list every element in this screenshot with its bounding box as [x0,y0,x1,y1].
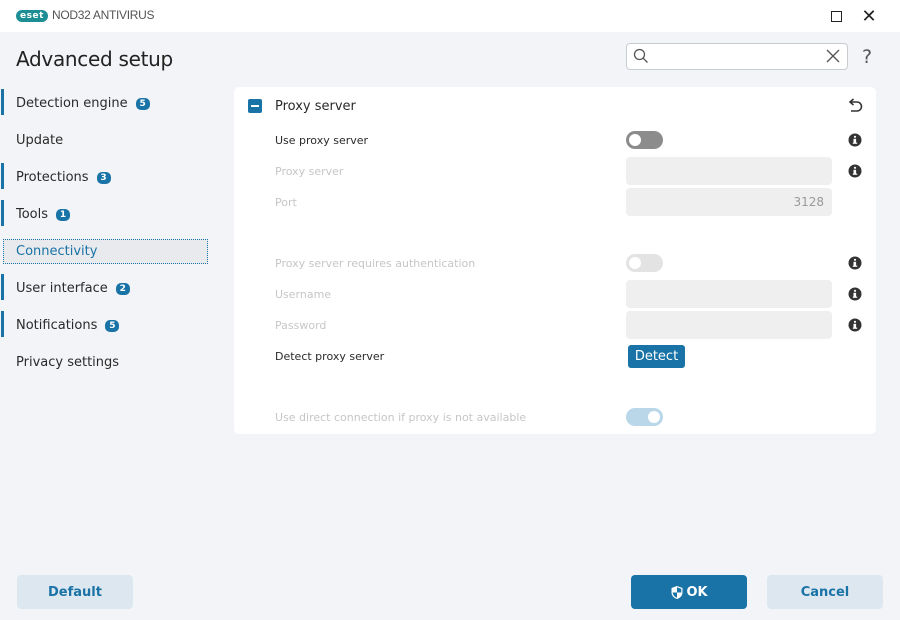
ok-button-label: OK [686,584,708,600]
help-button[interactable]: ? [862,46,872,68]
detect-proxy-label: Detect proxy server [275,350,385,363]
sidebar-item-connectivity[interactable]: Connectivity [3,239,208,264]
info-icon[interactable] [848,164,862,178]
password-input[interactable] [626,311,832,339]
toggle-knob [629,134,641,146]
sidebar-item-detection-engine[interactable]: Detection engine 5 [0,85,215,122]
sidebar-item-label: Protections [16,170,89,185]
ok-button[interactable]: OK [631,575,747,609]
count-badge: 2 [115,282,130,295]
info-icon[interactable] [848,287,862,301]
proxy-server-label: Proxy server [275,165,344,178]
sidebar-item-user-interface[interactable]: User interface 2 [0,270,215,307]
search-input[interactable] [655,47,820,66]
shield-icon [671,585,683,599]
requires-auth-label: Proxy server requires authentication [275,257,476,270]
sidebar-item-label: Detection engine [16,96,128,111]
sidebar: Detection engine 5 Update Protections 3 … [0,85,215,381]
maximize-button[interactable] [826,6,846,26]
sidebar-item-label: Tools [16,207,49,222]
sidebar-item-tools[interactable]: Tools 1 [0,196,215,233]
app-title: NOD32 ANTIVIRUS [52,8,155,22]
close-icon: ✕ [861,5,877,27]
sidebar-item-protections[interactable]: Protections 3 [0,159,215,196]
maximize-icon [830,10,842,22]
collapse-icon[interactable] [248,99,262,113]
count-badge: 5 [105,319,120,332]
revert-icon[interactable] [846,97,864,115]
section-title: Proxy server [275,99,356,114]
username-label: Username [275,288,332,301]
sidebar-item-label: Update [16,133,64,148]
toggle-knob [648,411,660,423]
use-proxy-server-label: Use proxy server [275,134,369,147]
password-label: Password [275,319,327,332]
direct-connection-toggle[interactable] [626,408,663,426]
proxy-server-input[interactable] [626,157,832,185]
direct-connection-label: Use direct connection if proxy is not av… [275,411,527,424]
cancel-button[interactable]: Cancel [767,575,883,609]
sidebar-item-privacy-settings[interactable]: Privacy settings [0,344,215,381]
sidebar-item-label: User interface [16,281,108,296]
default-button-label: Default [48,584,102,600]
port-label: Port [275,196,297,209]
clear-search-icon[interactable] [824,47,842,65]
info-icon[interactable] [848,256,862,270]
count-badge: 3 [96,171,111,184]
sidebar-item-label: Privacy settings [16,355,120,370]
default-button[interactable]: Default [17,575,133,609]
use-proxy-server-toggle[interactable] [626,131,663,149]
page-title: Advanced setup [16,47,173,71]
cancel-button-label: Cancel [800,584,850,600]
count-badge: 5 [135,97,150,110]
requires-auth-toggle[interactable] [626,254,663,272]
close-button[interactable]: ✕ [859,5,879,27]
toggle-knob [629,257,641,269]
logo-text: eset [16,9,48,22]
port-input[interactable] [626,188,832,216]
proxy-server-panel: Proxy server Use proxy server Proxy serv… [234,87,876,434]
count-badge: 1 [56,208,71,221]
search-box [626,43,848,70]
sidebar-item-label: Connectivity [16,244,98,259]
search-icon [633,48,648,63]
sidebar-item-notifications[interactable]: Notifications 5 [0,307,215,344]
eset-logo: eset [16,9,48,22]
info-icon[interactable] [848,133,862,147]
detect-button[interactable]: Detect [628,345,685,368]
sidebar-item-update[interactable]: Update [0,122,215,159]
sidebar-item-label: Notifications [16,318,98,333]
username-input[interactable] [626,280,832,308]
title-bar: eset NOD32 ANTIVIRUS ✕ [0,0,900,32]
info-icon[interactable] [848,318,862,332]
